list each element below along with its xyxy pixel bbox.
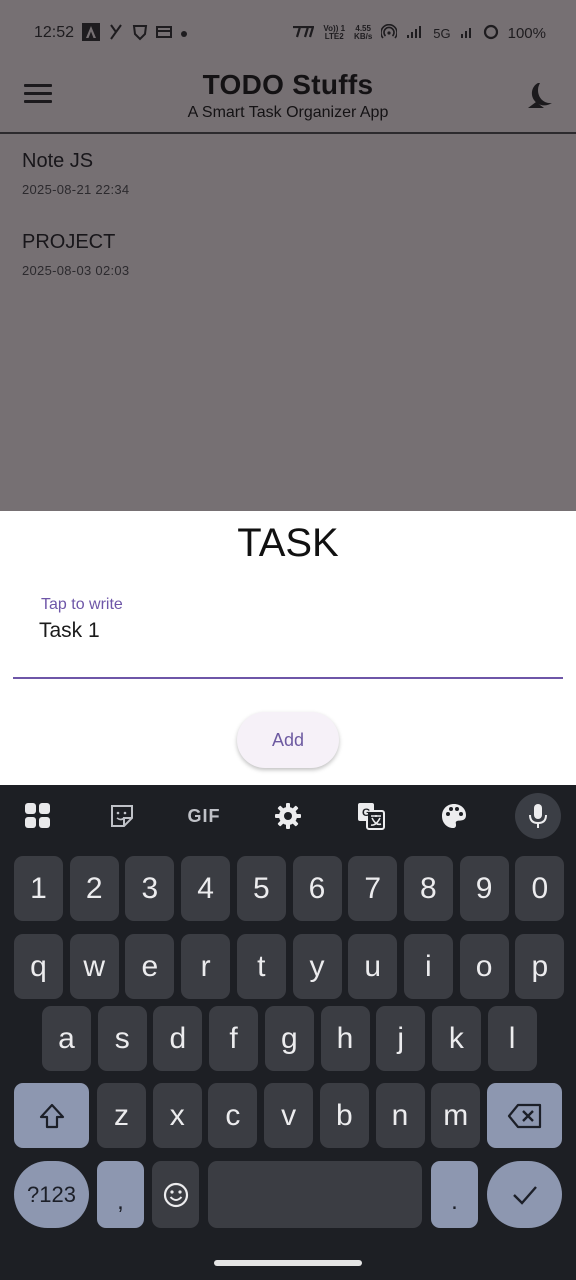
symbols-key[interactable]: ?123 (14, 1161, 89, 1228)
key-q[interactable]: q (14, 934, 63, 999)
carrier-icon (292, 25, 315, 40)
comma-key[interactable]: , (97, 1161, 144, 1228)
key-s[interactable]: s (97, 1006, 147, 1071)
key-c[interactable]: c (208, 1083, 258, 1148)
palette-icon[interactable] (434, 796, 474, 836)
volte-bottom: LTE2 (324, 32, 344, 41)
key-h[interactable]: h (320, 1006, 370, 1071)
task-input[interactable] (39, 619, 539, 643)
task-field[interactable]: Tap to write (13, 591, 563, 679)
settings-icon[interactable] (268, 796, 308, 836)
hotspot-icon (380, 23, 399, 42)
sheet-title: TASK (237, 521, 339, 565)
card-icon (156, 25, 173, 41)
key-z[interactable]: z (97, 1083, 146, 1148)
task-field-label: Tap to write (41, 596, 123, 613)
key-9[interactable]: 9 (459, 856, 509, 921)
key-4[interactable]: 4 (181, 856, 231, 921)
checkmark-icon (512, 1185, 537, 1205)
key-2[interactable]: 2 (69, 856, 119, 921)
key-a[interactable]: a (42, 1006, 91, 1071)
key-7[interactable]: 7 (348, 856, 398, 921)
add-task-sheet: TASK Tap to write Add (0, 511, 576, 785)
net-speed-unit: KB/s (354, 32, 373, 41)
notification-icon (108, 23, 124, 43)
volte-indicator: Vo)) 1 LTE2 (323, 25, 345, 41)
app-notification-icon (82, 23, 101, 43)
app-title: TODO Stuffs (202, 69, 374, 100)
list-item[interactable]: PROJECT 2025-08-03 02:03 (0, 221, 576, 302)
shift-icon (39, 1103, 64, 1128)
key-j[interactable]: j (376, 1006, 426, 1071)
backspace-key[interactable] (487, 1083, 562, 1148)
key-0[interactable]: 0 (515, 856, 565, 921)
svg-text:G: G (362, 807, 371, 819)
key-i[interactable]: i (403, 934, 453, 999)
backspace-icon (507, 1103, 541, 1128)
space-key[interactable] (208, 1161, 422, 1228)
key-b[interactable]: b (319, 1083, 369, 1148)
key-x[interactable]: x (152, 1083, 202, 1148)
key-m[interactable]: m (431, 1083, 481, 1148)
key-8[interactable]: 8 (403, 856, 453, 921)
sticker-icon[interactable] (102, 796, 142, 836)
status-time: 12:52 (34, 24, 75, 41)
key-t[interactable]: t (236, 934, 286, 999)
mic-icon[interactable] (515, 793, 561, 839)
battery-level: 100% (507, 24, 546, 42)
apps-icon[interactable] (18, 796, 58, 836)
key-f[interactable]: f (209, 1006, 259, 1071)
key-1[interactable]: 1 (14, 856, 63, 921)
app-bar: TODO Stuffs A Smart Task Organizer App (0, 66, 576, 132)
key-p[interactable]: p (515, 934, 565, 999)
keyboard: GIF G 1234567890 qwertyuiop asdfghjkl zxcvb… (0, 785, 576, 1280)
shift-key[interactable] (14, 1083, 89, 1148)
network-type: 5G (433, 25, 451, 41)
key-g[interactable]: g (264, 1006, 314, 1071)
emoji-key[interactable] (152, 1161, 199, 1228)
key-6[interactable]: 6 (292, 856, 342, 921)
add-button[interactable]: Add (237, 712, 339, 768)
net-speed: 4.55 KB/s (354, 25, 372, 41)
note-date: 2025-08-21 22:34 (22, 182, 130, 197)
key-u[interactable]: u (348, 934, 398, 999)
key-5[interactable]: 5 (236, 856, 286, 921)
gif-button[interactable]: GIF (184, 796, 224, 836)
dark-mode-icon[interactable] (524, 80, 556, 112)
key-r[interactable]: r (181, 934, 231, 999)
key-w[interactable]: w (69, 934, 119, 999)
note-date: 2025-08-03 02:03 (22, 263, 130, 278)
note-title: PROJECT (22, 231, 116, 253)
keyboard-toolbar: GIF G (0, 785, 576, 847)
title-block: TODO Stuffs A Smart Task Organizer App (0, 68, 576, 124)
period-key[interactable]: . (431, 1161, 478, 1228)
key-3[interactable]: 3 (125, 856, 175, 921)
key-d[interactable]: d (153, 1006, 203, 1071)
app-subtitle: A Smart Task Organizer App (187, 104, 389, 121)
gesture-nav-bar[interactable] (214, 1260, 362, 1266)
more-notifications-icon (180, 26, 188, 40)
key-y[interactable]: y (292, 934, 342, 999)
translate-icon[interactable]: G (351, 796, 391, 836)
emoji-icon (163, 1182, 188, 1207)
signal-icon (406, 25, 424, 41)
app-background: 12:52 Vo)) 1 LTE2 4.55 KB/s 5G 100% TODO… (0, 0, 576, 511)
status-bar: 12:52 Vo)) 1 LTE2 4.55 KB/s 5G 100% (0, 0, 576, 66)
app-bar-divider (0, 132, 576, 134)
signal-2-icon (460, 25, 474, 41)
enter-key[interactable] (487, 1161, 562, 1228)
key-o[interactable]: o (459, 934, 509, 999)
key-v[interactable]: v (264, 1083, 314, 1148)
key-k[interactable]: k (431, 1006, 481, 1071)
shield-icon (132, 23, 148, 43)
battery-icon (483, 24, 499, 42)
list-item[interactable]: Note JS 2025-08-21 22:34 (0, 140, 576, 221)
key-l[interactable]: l (487, 1006, 537, 1071)
key-n[interactable]: n (375, 1083, 425, 1148)
key-e[interactable]: e (125, 934, 175, 999)
notes-list: Note JS 2025-08-21 22:34 PROJECT 2025-08… (0, 140, 576, 302)
note-title: Note JS (22, 150, 94, 172)
